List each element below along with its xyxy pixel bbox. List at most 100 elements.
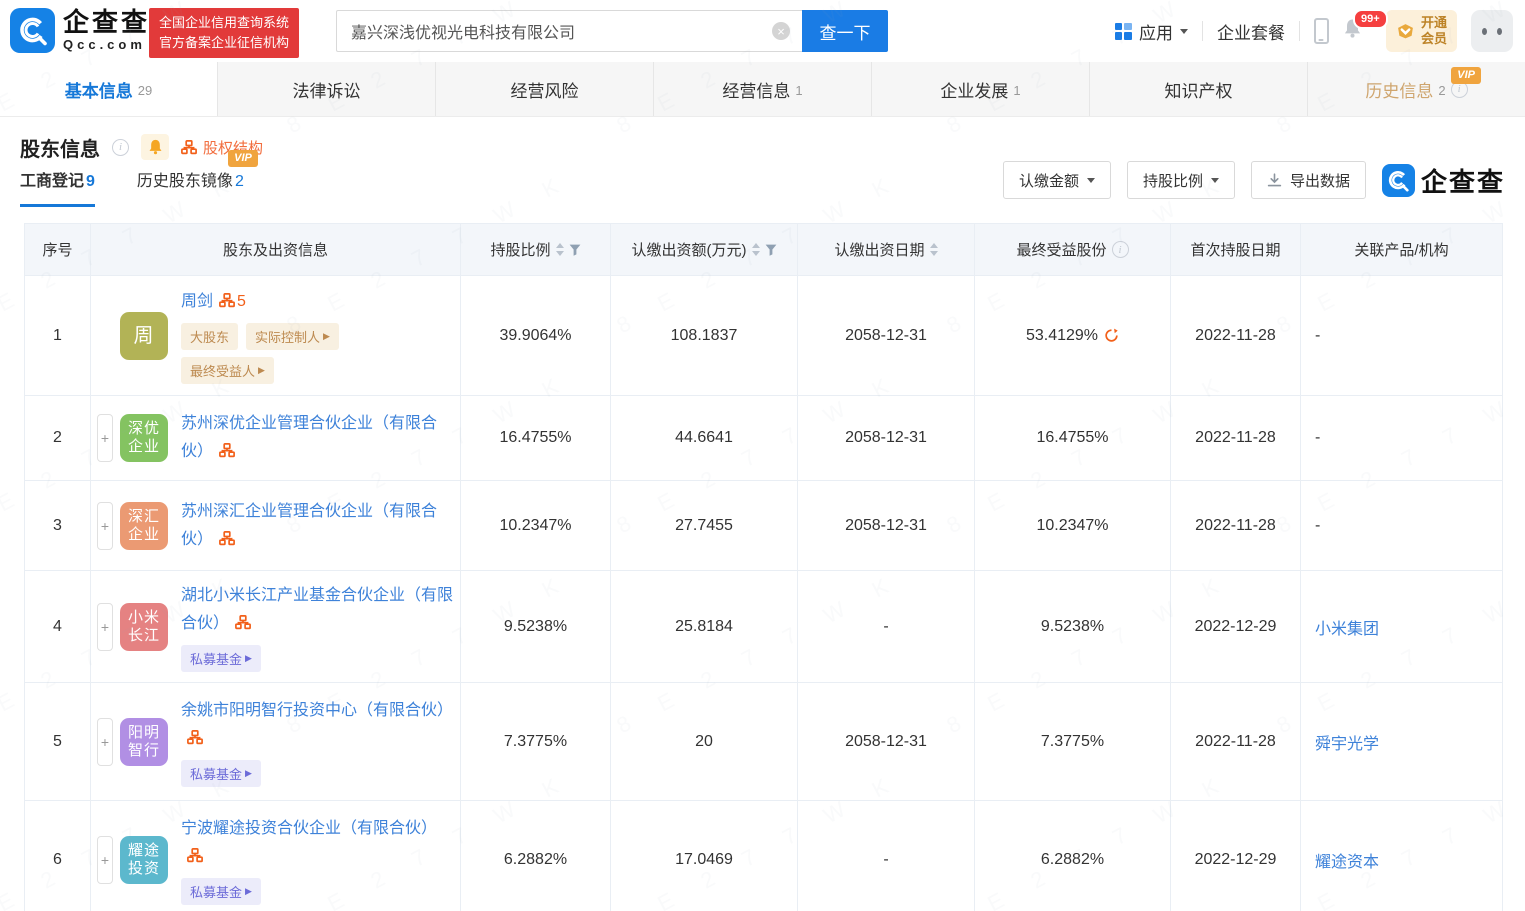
shareholder-name-link[interactable]: 宁波耀途投资合伙企业（有限合伙） — [181, 820, 437, 837]
section-title: 股东信息 — [20, 138, 100, 161]
logo-domain: Qcc.com — [63, 37, 146, 53]
enterprise-package-link[interactable]: 企业套餐 — [1217, 19, 1285, 44]
related-cell: - — [1300, 395, 1503, 481]
mobile-app-icon[interactable] — [1313, 18, 1329, 44]
amount-cell: 17.0469 — [610, 800, 798, 911]
sort-icon[interactable] — [751, 239, 760, 260]
expand-row-button[interactable]: + — [97, 501, 113, 550]
benefit-cell: 6.2882% — [974, 800, 1171, 911]
col-related: 关联产品/机构 — [1300, 223, 1503, 276]
tag-ultimate-beneficiary[interactable]: 最终受益人 ▶ — [181, 356, 274, 384]
download-icon — [1267, 172, 1282, 186]
tab-operation-risk[interactable]: 经营风险 — [436, 62, 654, 116]
tag-actual-controller[interactable]: 实际控制人 ▶ — [246, 322, 339, 350]
shareholder-cell: + 阳明 智行 余姚市阳明智行投资中心（有限合伙） 私募基金 ▶ — [90, 682, 461, 801]
first-date-cell: 2022-12-29 — [1170, 800, 1301, 911]
gov-credential-badge: 全国企业信用查询系统 官方备案企业征信机构 — [149, 8, 300, 59]
amount-cell: 27.7455 — [610, 480, 798, 571]
org-chart-icon[interactable] — [219, 530, 235, 546]
subtab-business-registration[interactable]: 工商登记 9 — [20, 167, 95, 207]
org-chart-icon[interactable] — [187, 847, 203, 863]
chevron-down-icon — [1210, 177, 1219, 187]
equity-penetration-icon[interactable] — [1104, 328, 1119, 343]
org-chart-icon — [181, 139, 197, 154]
apps-menu[interactable]: 应用 — [1114, 19, 1188, 44]
subscribed-amount-dropdown[interactable]: 认缴金额 — [1002, 161, 1111, 199]
search-button[interactable]: 查一下 — [802, 10, 888, 52]
filter-icon[interactable] — [569, 244, 581, 256]
subtab-history-shareholder-mirror[interactable]: VIP 历史股东镜像 2 — [137, 150, 258, 204]
tag-private-fund[interactable]: 私募基金 ▶ — [181, 644, 261, 672]
related-companies-icon[interactable] — [219, 292, 235, 308]
sort-icon[interactable] — [929, 239, 938, 260]
chevron-down-icon — [1179, 28, 1188, 38]
col-shareholder: 股东及出资信息 — [90, 223, 461, 276]
tab-history-info[interactable]: VIP 历史信息 2 — [1308, 62, 1525, 116]
related-cell: 耀途资本 — [1300, 800, 1503, 911]
monitor-bell-button[interactable] — [141, 134, 169, 160]
shareholding-ratio-dropdown[interactable]: 持股比例 — [1126, 161, 1235, 199]
related-cell: - — [1300, 480, 1503, 571]
tab-intellectual-property[interactable]: 知识产权 — [1090, 62, 1308, 116]
tab-company-development[interactable]: 企业发展 1 — [872, 62, 1090, 116]
qcc-brand-watermark: 企查查 — [1381, 162, 1505, 199]
shareholder-name-link[interactable]: 周剑 — [181, 293, 213, 310]
amount-cell: 25.8184 — [610, 570, 798, 683]
related-cell: - — [1300, 275, 1503, 396]
filter-icon[interactable] — [765, 244, 777, 256]
expand-row-button[interactable]: + — [97, 602, 113, 651]
sort-icon[interactable] — [555, 239, 564, 260]
bell-icon — [149, 139, 161, 155]
org-chart-icon[interactable] — [187, 729, 203, 745]
related-product-link[interactable]: 小米集团 — [1315, 621, 1379, 638]
info-icon[interactable] — [1111, 241, 1129, 258]
search-bar: 查一下 — [336, 10, 888, 52]
table-header-row: 序号 股东及出资信息 持股比例 认缴出资额(万元) 认缴出资日期 最终受益股份 … — [24, 223, 1503, 276]
tag-private-fund[interactable]: 私募基金 ▶ — [181, 877, 261, 905]
logo-name: 企查查 — [63, 7, 151, 38]
shareholder-name-link[interactable]: 余姚市阳明智行投资中心（有限合伙） — [181, 702, 453, 719]
user-avatar[interactable] — [1471, 10, 1513, 52]
notifications[interactable]: 99+ — [1343, 9, 1388, 43]
related-count[interactable]: 5 — [237, 293, 246, 310]
col-amount: 认缴出资额(万元) — [610, 223, 798, 276]
shareholder-cell: + 耀途 投资 宁波耀途投资合伙企业（有限合伙） 私募基金 ▶ — [90, 800, 461, 911]
crown-icon — [1396, 23, 1415, 39]
serial-cell: 5 — [24, 682, 91, 801]
clear-search-icon[interactable] — [772, 22, 790, 40]
date-cell: 2058-12-31 — [797, 395, 975, 481]
related-product-link[interactable]: 耀途资本 — [1315, 854, 1379, 871]
tag-major-shareholder[interactable]: 大股东 — [181, 322, 239, 350]
serial-cell: 1 — [24, 275, 91, 396]
ratio-cell: 7.3775% — [460, 682, 611, 801]
shareholder-avatar: 周 — [120, 311, 168, 360]
search-input[interactable] — [336, 10, 802, 52]
shareholder-cell: + 深优 企业 苏州深优企业管理合伙企业（有限合伙） — [90, 395, 461, 481]
shareholder-avatar: 深汇 企业 — [120, 501, 168, 550]
tag-private-fund[interactable]: 私募基金 ▶ — [181, 759, 261, 787]
section-info-icon[interactable] — [112, 138, 129, 156]
qcc-logo[interactable]: 企查查 Qcc.com — [10, 8, 150, 53]
date-cell: 2058-12-31 — [797, 275, 975, 396]
expand-row-button[interactable]: + — [97, 835, 113, 884]
org-chart-icon[interactable] — [219, 443, 235, 458]
tab-basic-info[interactable]: 基本信息 29 — [0, 62, 218, 116]
expand-row-button[interactable]: + — [97, 717, 113, 766]
shareholders-table: 序号 股东及出资信息 持股比例 认缴出资额(万元) 认缴出资日期 最终受益股份 … — [24, 223, 1503, 911]
tab-operation-info[interactable]: 经营信息 1 — [654, 62, 872, 116]
org-chart-icon[interactable] — [235, 614, 251, 630]
col-ratio: 持股比例 — [460, 223, 611, 276]
shareholder-name-link[interactable]: 湖北小米长江产业基金合伙企业（有限合伙） — [181, 587, 453, 632]
export-data-button[interactable]: 导出数据 — [1250, 161, 1366, 199]
col-benefit: 最终受益股份 — [974, 223, 1171, 276]
shareholder-cell: + 小米 长江 湖北小米长江产业基金合伙企业（有限合伙） 私募基金 ▶ — [90, 570, 461, 683]
col-date: 认缴出资日期 — [797, 223, 975, 276]
date-cell: - — [797, 570, 975, 683]
tab-legal-litigation[interactable]: 法律诉讼 — [218, 62, 436, 116]
open-vip-button[interactable]: 开通 会员 — [1385, 9, 1457, 53]
expand-row-button[interactable]: + — [97, 414, 113, 462]
serial-cell: 4 — [24, 570, 91, 683]
first-date-cell: 2022-11-28 — [1170, 480, 1301, 571]
table-row: 3 + 深汇 企业 苏州深汇企业管理合伙企业（有限合伙） 10.2347% 27.… — [24, 480, 1503, 571]
related-product-link[interactable]: 舜宇光学 — [1315, 736, 1379, 753]
